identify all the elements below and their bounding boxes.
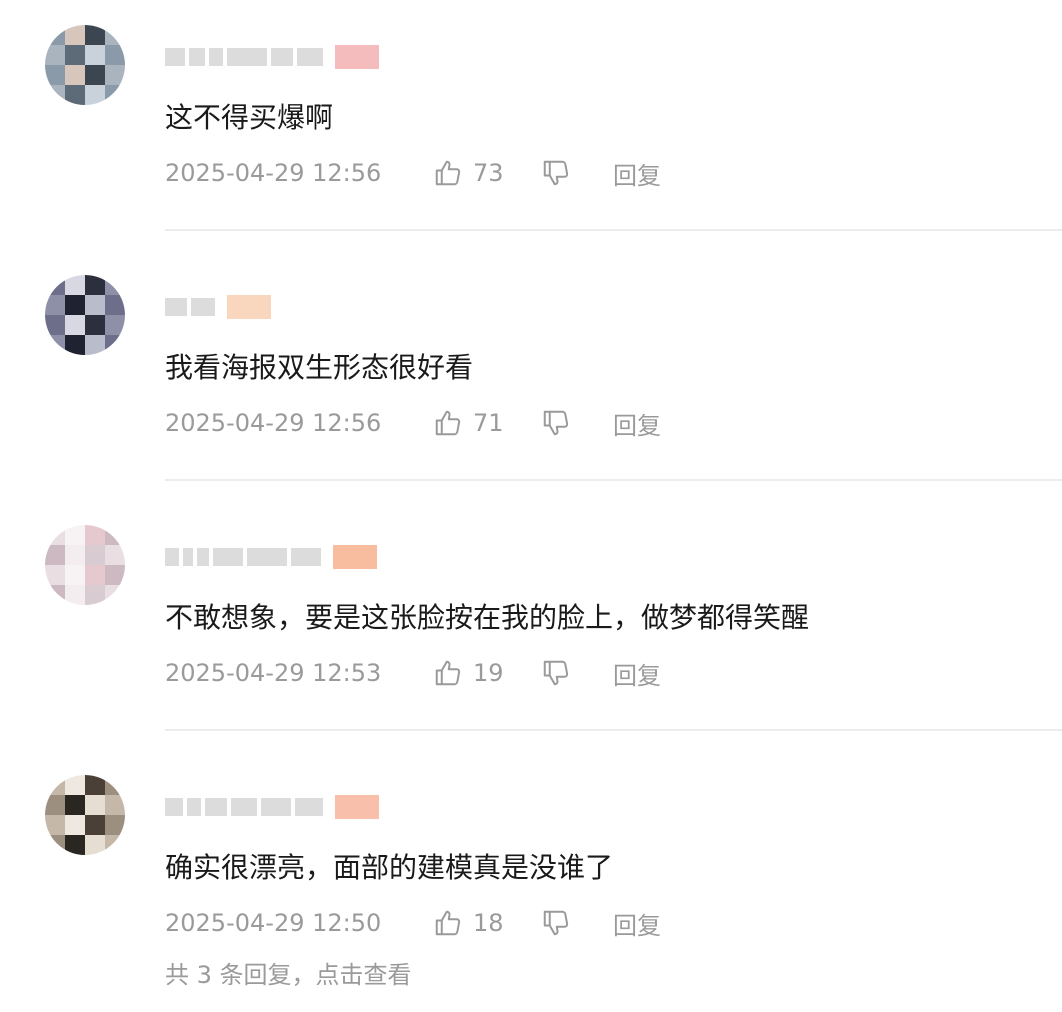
user-level-badge [227,295,271,319]
divider [165,229,1062,231]
username-blurred [165,546,325,568]
like-count: 71 [473,409,504,437]
comment-text: 这不得买爆啊 [165,101,334,134]
like-button[interactable]: 19 [433,658,541,688]
thumbs-up-icon [433,658,463,688]
comment-text: 我看海报双生形态很好看 [165,351,474,384]
username[interactable] [165,543,377,571]
reply-button[interactable]: 回复 [613,906,661,941]
thumbs-down-icon [541,408,571,438]
like-count: 73 [473,159,504,187]
reply-button[interactable]: 回复 [613,656,661,691]
dislike-button[interactable] [541,408,613,438]
username-blurred [165,46,327,68]
like-button[interactable]: 18 [433,908,541,938]
divider [165,729,1062,731]
avatar[interactable] [45,275,125,355]
avatar[interactable] [45,25,125,105]
username[interactable] [165,793,379,821]
username-blurred [165,796,327,818]
comment-item: 确实很漂亮，面部的建模真是没谁了 2025-04-29 12:50 18 回复 [0,750,1062,1000]
dislike-button[interactable] [541,658,613,688]
comment-item: 这不得买爆啊 2025-04-29 12:56 73 回复 [0,0,1062,250]
thumbs-up-icon [433,158,463,188]
thumbs-down-icon [541,908,571,938]
reply-button[interactable]: 回复 [613,156,661,191]
view-replies-link[interactable]: 共 3 条回复，点击查看 [165,955,412,990]
comment-meta: 2025-04-29 12:56 73 回复 [165,155,661,191]
user-level-badge [335,45,379,69]
user-level-badge [333,545,377,569]
comment-meta: 2025-04-29 12:53 19 回复 [165,655,661,691]
like-button[interactable]: 71 [433,408,541,438]
thumbs-up-icon [433,908,463,938]
avatar[interactable] [45,775,125,855]
comment-timestamp: 2025-04-29 12:53 [165,659,382,687]
comment-text: 确实很漂亮，面部的建模真是没谁了 [165,851,614,884]
comment-timestamp: 2025-04-29 12:56 [165,159,382,187]
divider [165,479,1062,481]
dislike-button[interactable] [541,158,613,188]
comment-item: 我看海报双生形态很好看 2025-04-29 12:56 71 回复 [0,250,1062,500]
comment-meta: 2025-04-29 12:56 71 回复 [165,405,661,441]
thumbs-down-icon [541,158,571,188]
like-count: 18 [473,909,504,937]
username[interactable] [165,43,379,71]
like-count: 19 [473,659,504,687]
comment-text: 不敢想象，要是这张脸按在我的脸上，做梦都得笑醒 [165,601,810,634]
thumbs-down-icon [541,658,571,688]
comment-timestamp: 2025-04-29 12:56 [165,409,382,437]
comment-meta: 2025-04-29 12:50 18 回复 [165,905,661,941]
username-blurred [165,296,219,318]
user-level-badge [335,795,379,819]
reply-button[interactable]: 回复 [613,406,661,441]
comment-timestamp: 2025-04-29 12:50 [165,909,382,937]
comment-item: 不敢想象，要是这张脸按在我的脸上，做梦都得笑醒 2025-04-29 12:53 1… [0,500,1062,750]
avatar[interactable] [45,525,125,605]
thumbs-up-icon [433,408,463,438]
like-button[interactable]: 73 [433,158,541,188]
username[interactable] [165,293,271,321]
dislike-button[interactable] [541,908,613,938]
